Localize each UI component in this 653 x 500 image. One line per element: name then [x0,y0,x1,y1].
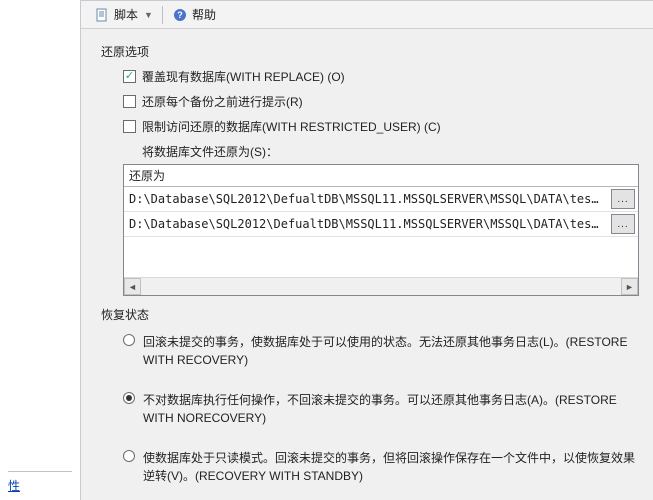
file-path-cell: D:\Database\SQL2012\DefualtDB\MSSQL11.MS… [124,189,608,209]
scroll-left-icon[interactable]: ◄ [124,278,141,295]
browse-button[interactable]: ... [611,214,635,234]
overwrite-label: 覆盖现有数据库(WITH REPLACE) (O) [142,68,345,85]
script-icon [94,7,110,23]
svg-text:?: ? [177,10,183,20]
norecovery-radio-label: 不对数据库执行任何操作，不回滚未提交的事务。可以还原其他事务日志(A)。(RES… [143,391,639,427]
overwrite-checkbox[interactable] [123,70,136,83]
restore-as-label: 将数据库文件还原为(S)： [142,143,639,160]
script-label: 脚本 [114,6,138,23]
script-button[interactable]: 脚本 ▼ [91,5,156,24]
file-path-cell: D:\Database\SQL2012\DefualtDB\MSSQL11.MS… [124,214,608,234]
browse-button[interactable]: ... [611,189,635,209]
table-row[interactable]: D:\Database\SQL2012\DefualtDB\MSSQL11.MS… [124,212,638,237]
sidebar-link[interactable]: 性 [8,479,20,493]
scroll-right-icon[interactable]: ► [621,278,638,295]
file-table: 还原为 D:\Database\SQL2012\DefualtDB\MSSQL1… [123,164,639,296]
content-area: 还原选项 覆盖现有数据库(WITH REPLACE) (O) 还原每个备份之前进… [81,29,653,500]
app-window: 性 脚本 ▼ ? 帮助 还原选项 [0,0,653,500]
restricted-label: 限制访问还原的数据库(WITH RESTRICTED_USER) (C) [142,118,441,135]
recovery-radio[interactable] [123,334,135,346]
standby-radio[interactable] [123,450,135,462]
help-icon: ? [172,7,188,23]
main-panel: 脚本 ▼ ? 帮助 还原选项 覆盖现有数据库(WITH REPLACE) (O) [81,0,653,500]
norecovery-radio[interactable] [123,392,135,404]
recovery-state-title: 恢复状态 [101,306,639,323]
restricted-checkbox[interactable] [123,120,136,133]
help-label: 帮助 [192,6,216,23]
standby-radio-label: 使数据库处于只读模式。回滚未提交的事务，但将回滚操作保存在一个文件中，以使恢复效… [143,449,639,485]
file-table-header[interactable]: 还原为 [124,165,638,187]
toolbar: 脚本 ▼ ? 帮助 [81,1,653,29]
help-button[interactable]: ? 帮助 [169,5,219,24]
toolbar-separator [162,6,163,24]
recovery-radio-label: 回滚未提交的事务，使数据库处于可以使用的状态。无法还原其他事务日志(L)。(RE… [143,333,639,369]
prompt-each-checkbox[interactable] [123,95,136,108]
table-row[interactable]: D:\Database\SQL2012\DefualtDB\MSSQL11.MS… [124,187,638,212]
horizontal-scrollbar[interactable]: ◄ ► [124,277,638,295]
restore-options-title: 还原选项 [101,43,639,60]
sidebar: 性 [0,0,81,500]
chevron-down-icon: ▼ [144,10,153,20]
sidebar-section: 性 [8,471,72,494]
prompt-each-label: 还原每个备份之前进行提示(R) [142,93,303,110]
